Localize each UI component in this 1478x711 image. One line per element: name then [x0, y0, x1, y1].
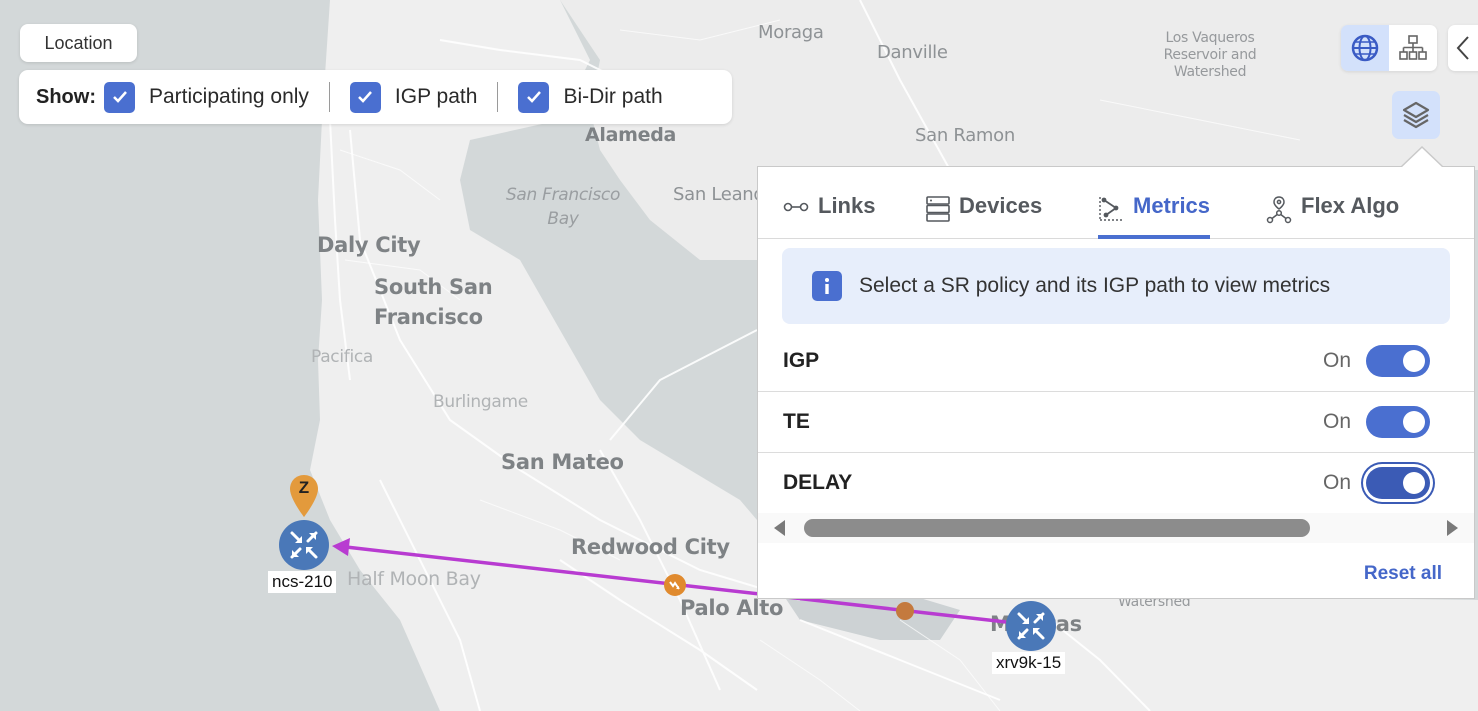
map-label: South San Francisco [374, 272, 493, 332]
layers-icon [1402, 101, 1430, 129]
toggle-knob [1403, 411, 1425, 433]
router-node-xrv9k-15[interactable] [1006, 601, 1056, 651]
checkmark-icon [527, 91, 541, 103]
divider [328, 82, 330, 112]
checkbox-label: Bi-Dir path [563, 85, 663, 108]
panel-caret-fill [1401, 148, 1443, 168]
checkmark-icon [112, 91, 127, 103]
checkbox-label: IGP path [394, 85, 478, 108]
map-label: Danville [877, 42, 948, 63]
map-label-line: South San [374, 275, 493, 299]
map-label-line: Watershed [1173, 64, 1247, 80]
link-icon [783, 202, 809, 212]
map-label-line: Bay [547, 209, 579, 229]
layers-panel: Links Devices Metrics Flex Algo Select a… [757, 166, 1475, 599]
toggle-knob [1403, 350, 1425, 372]
map-label: Los Vaqueros Reservoir and Watershed [1150, 30, 1270, 81]
info-icon [812, 271, 842, 301]
scrollbar-thumb[interactable] [804, 519, 1310, 537]
map-label-line: Los Vaqueros [1165, 30, 1255, 46]
tab-label: Metrics [1133, 193, 1211, 218]
map-label: San Ramon [915, 125, 1015, 146]
info-message: Select a SR policy and its IGP path to v… [782, 248, 1450, 324]
map-label: Redwood City [571, 535, 730, 559]
metric-row-te: TE On [758, 392, 1474, 453]
router-icon [290, 531, 318, 559]
link-degraded-icon[interactable] [664, 574, 686, 596]
show-filter-bar: Show: Participating only IGP path Bi-Dir… [19, 70, 732, 124]
toggle-knob [1403, 472, 1425, 494]
layers-button[interactable] [1392, 91, 1440, 139]
metrics-icon [1099, 197, 1123, 221]
link-midpoint[interactable] [896, 602, 914, 620]
checkbox-checked[interactable] [104, 81, 135, 113]
map-label: Daly City [317, 233, 421, 257]
checkbox-checked[interactable] [349, 81, 381, 113]
topology-view-button[interactable] [1389, 25, 1437, 71]
scroll-right-arrow[interactable] [1447, 520, 1458, 536]
checkbox-checked[interactable] [518, 81, 550, 113]
metric-row-delay: DELAY On [758, 453, 1474, 514]
tab-links[interactable]: Links [783, 193, 875, 239]
destination-pin[interactable]: Z [290, 475, 318, 522]
metric-name: IGP [783, 349, 820, 372]
tab-metrics[interactable]: Metrics [1098, 193, 1211, 239]
panel-tabs: Links Devices Metrics Flex Algo [758, 167, 1474, 239]
metric-state: On [1323, 471, 1352, 494]
map-label-line: Reservoir and [1163, 47, 1257, 63]
pin-label: Z [298, 478, 310, 497]
map-label: San Mateo [501, 450, 624, 474]
node-label[interactable]: ncs-210 [268, 571, 337, 593]
tab-flex-algo[interactable]: Flex Algo [1266, 193, 1399, 239]
map-label-line: Francisco [374, 305, 483, 329]
divider [497, 82, 499, 112]
map-label-line: San Francisco [505, 185, 621, 205]
igp-path-checkbox[interactable]: IGP path [349, 81, 478, 113]
location-button[interactable]: Location [20, 24, 137, 62]
map-label: San Francisco Bay [498, 183, 628, 231]
collapse-panel-button[interactable] [1448, 25, 1478, 71]
chevron-left-icon [1456, 36, 1469, 60]
delay-toggle[interactable] [1366, 467, 1430, 499]
metric-state: On [1323, 349, 1352, 372]
map-label: Burlingame [433, 392, 528, 412]
metric-name: TE [783, 410, 810, 433]
metric-name: DELAY [783, 471, 853, 494]
metric-row-igp: IGP On [758, 331, 1474, 392]
tab-label: Links [818, 193, 876, 218]
globe-icon [1351, 34, 1379, 62]
info-text: Select a SR policy and its IGP path to v… [859, 274, 1331, 297]
checkbox-label: Participating only [149, 85, 309, 108]
map-label: Moraga [758, 22, 824, 43]
node-label[interactable]: xrv9k-15 [992, 652, 1066, 674]
flex-algo-icon [1266, 196, 1292, 224]
scroll-left-arrow[interactable] [774, 520, 785, 536]
reset-all-link[interactable]: Reset all [1364, 563, 1442, 585]
tab-devices[interactable]: Devices [926, 193, 1042, 239]
server-icon [926, 196, 950, 222]
participating-only-checkbox[interactable]: Participating only [104, 81, 309, 113]
router-node-ncs-210[interactable] [279, 520, 329, 570]
bi-dir-path-checkbox[interactable]: Bi-Dir path [518, 81, 663, 113]
tab-label: Devices [959, 193, 1043, 218]
view-mode-toggle [1341, 25, 1437, 71]
igp-toggle[interactable] [1366, 345, 1430, 377]
show-label: Show: [36, 85, 96, 108]
geo-map-view-button[interactable] [1341, 25, 1389, 71]
router-icon [1017, 612, 1045, 640]
tab-label: Flex Algo [1301, 193, 1400, 218]
map-label: Half Moon Bay [347, 568, 481, 590]
hierarchy-icon [1399, 35, 1427, 60]
map-label: Alameda [585, 124, 677, 146]
te-toggle[interactable] [1366, 406, 1430, 438]
map-label: Palo Alto [680, 596, 784, 620]
metric-state: On [1323, 410, 1352, 433]
horizontal-scrollbar[interactable] [758, 513, 1474, 543]
map-label: Pacifica [311, 347, 374, 367]
checkmark-icon [358, 91, 373, 103]
